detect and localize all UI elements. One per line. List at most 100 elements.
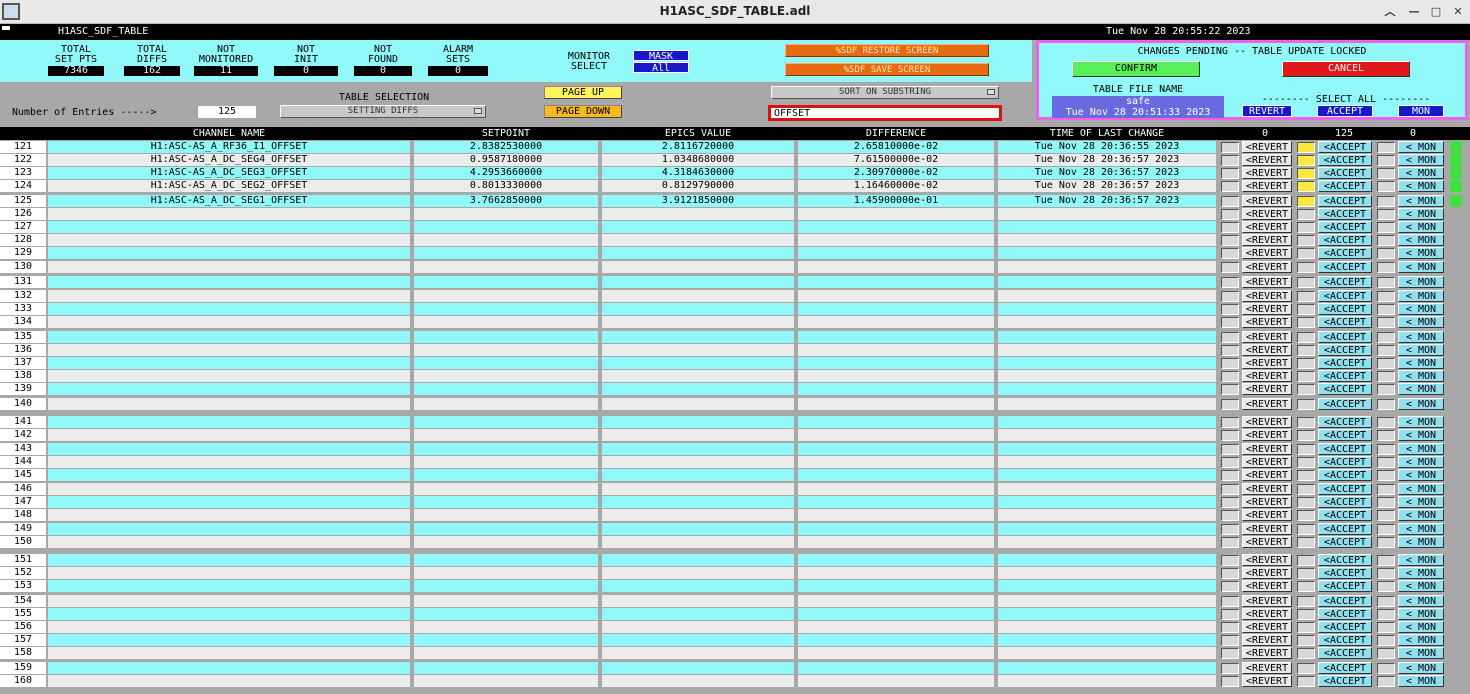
accept-button[interactable]: <ACCEPT bbox=[1318, 554, 1372, 566]
revert-button[interactable]: <REVERT bbox=[1242, 523, 1292, 535]
accept-button[interactable]: <ACCEPT bbox=[1318, 180, 1372, 192]
accept-button[interactable]: <ACCEPT bbox=[1318, 416, 1372, 428]
accept-checkbox[interactable] bbox=[1297, 622, 1315, 633]
mon-checkbox[interactable] bbox=[1377, 444, 1395, 455]
accept-checkbox[interactable] bbox=[1297, 648, 1315, 659]
mon-checkbox[interactable] bbox=[1377, 142, 1395, 153]
revert-checkbox[interactable] bbox=[1221, 555, 1239, 566]
revert-button[interactable]: <REVERT bbox=[1242, 383, 1292, 395]
mon-button[interactable]: < MON bbox=[1398, 496, 1444, 508]
revert-checkbox[interactable] bbox=[1221, 635, 1239, 646]
mon-button[interactable]: < MON bbox=[1398, 567, 1444, 579]
accept-checkbox[interactable] bbox=[1297, 444, 1315, 455]
mon-checkbox[interactable] bbox=[1377, 555, 1395, 566]
revert-button[interactable]: <REVERT bbox=[1242, 290, 1292, 302]
accept-button[interactable]: <ACCEPT bbox=[1318, 357, 1372, 369]
revert-button[interactable]: <REVERT bbox=[1242, 595, 1292, 607]
revert-checkbox[interactable] bbox=[1221, 168, 1239, 179]
accept-button[interactable]: <ACCEPT bbox=[1318, 398, 1372, 410]
revert-button[interactable]: <REVERT bbox=[1242, 554, 1292, 566]
accept-checkbox[interactable] bbox=[1297, 470, 1315, 481]
mon-checkbox[interactable] bbox=[1377, 384, 1395, 395]
accept-button[interactable]: <ACCEPT bbox=[1318, 608, 1372, 620]
accept-checkbox[interactable] bbox=[1297, 417, 1315, 428]
mon-button[interactable]: < MON bbox=[1398, 195, 1444, 207]
mon-checkbox[interactable] bbox=[1377, 581, 1395, 592]
mon-checkbox[interactable] bbox=[1377, 399, 1395, 410]
mon-button[interactable]: < MON bbox=[1398, 154, 1444, 166]
revert-button[interactable]: <REVERT bbox=[1242, 303, 1292, 315]
mon-button[interactable]: < MON bbox=[1398, 303, 1444, 315]
revert-button[interactable]: <REVERT bbox=[1242, 154, 1292, 166]
accept-checkbox[interactable] bbox=[1297, 384, 1315, 395]
revert-checkbox[interactable] bbox=[1221, 317, 1239, 328]
accept-checkbox[interactable] bbox=[1297, 291, 1315, 302]
mon-checkbox[interactable] bbox=[1377, 484, 1395, 495]
revert-button[interactable]: <REVERT bbox=[1242, 344, 1292, 356]
revert-checkbox[interactable] bbox=[1221, 510, 1239, 521]
revert-button[interactable]: <REVERT bbox=[1242, 234, 1292, 246]
mon-button[interactable]: < MON bbox=[1398, 261, 1444, 273]
accept-button[interactable]: <ACCEPT bbox=[1318, 261, 1372, 273]
revert-checkbox[interactable] bbox=[1221, 291, 1239, 302]
revert-button[interactable]: <REVERT bbox=[1242, 167, 1292, 179]
mon-button[interactable]: < MON bbox=[1398, 290, 1444, 302]
revert-checkbox[interactable] bbox=[1221, 484, 1239, 495]
revert-button[interactable]: <REVERT bbox=[1242, 416, 1292, 428]
accept-button[interactable]: <ACCEPT bbox=[1318, 344, 1372, 356]
mon-button[interactable]: < MON bbox=[1398, 331, 1444, 343]
revert-checkbox[interactable] bbox=[1221, 399, 1239, 410]
revert-checkbox[interactable] bbox=[1221, 537, 1239, 548]
revert-button[interactable]: <REVERT bbox=[1242, 634, 1292, 646]
revert-checkbox[interactable] bbox=[1221, 358, 1239, 369]
accept-checkbox[interactable] bbox=[1297, 168, 1315, 179]
accept-checkbox[interactable] bbox=[1297, 510, 1315, 521]
accept-button[interactable]: <ACCEPT bbox=[1318, 567, 1372, 579]
accept-button[interactable]: <ACCEPT bbox=[1318, 276, 1372, 288]
accept-button[interactable]: <ACCEPT bbox=[1318, 662, 1372, 674]
mon-button[interactable]: < MON bbox=[1398, 208, 1444, 220]
revert-button[interactable]: <REVERT bbox=[1242, 180, 1292, 192]
revert-button[interactable]: <REVERT bbox=[1242, 469, 1292, 481]
revert-checkbox[interactable] bbox=[1221, 581, 1239, 592]
accept-button[interactable]: <ACCEPT bbox=[1318, 221, 1372, 233]
revert-button[interactable]: <REVERT bbox=[1242, 195, 1292, 207]
accept-button[interactable]: <ACCEPT bbox=[1318, 303, 1372, 315]
mon-button[interactable]: < MON bbox=[1398, 141, 1444, 153]
revert-button[interactable]: <REVERT bbox=[1242, 580, 1292, 592]
accept-button[interactable]: <ACCEPT bbox=[1318, 290, 1372, 302]
revert-checkbox[interactable] bbox=[1221, 622, 1239, 633]
accept-button[interactable]: <ACCEPT bbox=[1318, 456, 1372, 468]
mon-checkbox[interactable] bbox=[1377, 622, 1395, 633]
revert-button[interactable]: <REVERT bbox=[1242, 443, 1292, 455]
mon-checkbox[interactable] bbox=[1377, 181, 1395, 192]
accept-checkbox[interactable] bbox=[1297, 371, 1315, 382]
mon-checkbox[interactable] bbox=[1377, 222, 1395, 233]
accept-checkbox[interactable] bbox=[1297, 399, 1315, 410]
accept-button[interactable]: <ACCEPT bbox=[1318, 429, 1372, 441]
mon-checkbox[interactable] bbox=[1377, 196, 1395, 207]
mon-button[interactable]: < MON bbox=[1398, 580, 1444, 592]
mon-checkbox[interactable] bbox=[1377, 358, 1395, 369]
revert-button[interactable]: <REVERT bbox=[1242, 621, 1292, 633]
revert-button[interactable]: <REVERT bbox=[1242, 316, 1292, 328]
revert-checkbox[interactable] bbox=[1221, 155, 1239, 166]
accept-button[interactable]: <ACCEPT bbox=[1318, 647, 1372, 659]
accept-checkbox[interactable] bbox=[1297, 555, 1315, 566]
mon-button[interactable]: < MON bbox=[1398, 536, 1444, 548]
accept-checkbox[interactable] bbox=[1297, 358, 1315, 369]
revert-button[interactable]: <REVERT bbox=[1242, 483, 1292, 495]
accept-button[interactable]: <ACCEPT bbox=[1318, 195, 1372, 207]
mon-button[interactable]: < MON bbox=[1398, 316, 1444, 328]
mon-checkbox[interactable] bbox=[1377, 497, 1395, 508]
accept-button[interactable]: <ACCEPT bbox=[1318, 331, 1372, 343]
accept-checkbox[interactable] bbox=[1297, 596, 1315, 607]
accept-checkbox[interactable] bbox=[1297, 676, 1315, 687]
revert-checkbox[interactable] bbox=[1221, 663, 1239, 674]
accept-checkbox[interactable] bbox=[1297, 663, 1315, 674]
mon-button[interactable]: < MON bbox=[1398, 595, 1444, 607]
accept-button[interactable]: <ACCEPT bbox=[1318, 154, 1372, 166]
revert-checkbox[interactable] bbox=[1221, 222, 1239, 233]
accept-checkbox[interactable] bbox=[1297, 304, 1315, 315]
revert-button[interactable]: <REVERT bbox=[1242, 675, 1292, 687]
